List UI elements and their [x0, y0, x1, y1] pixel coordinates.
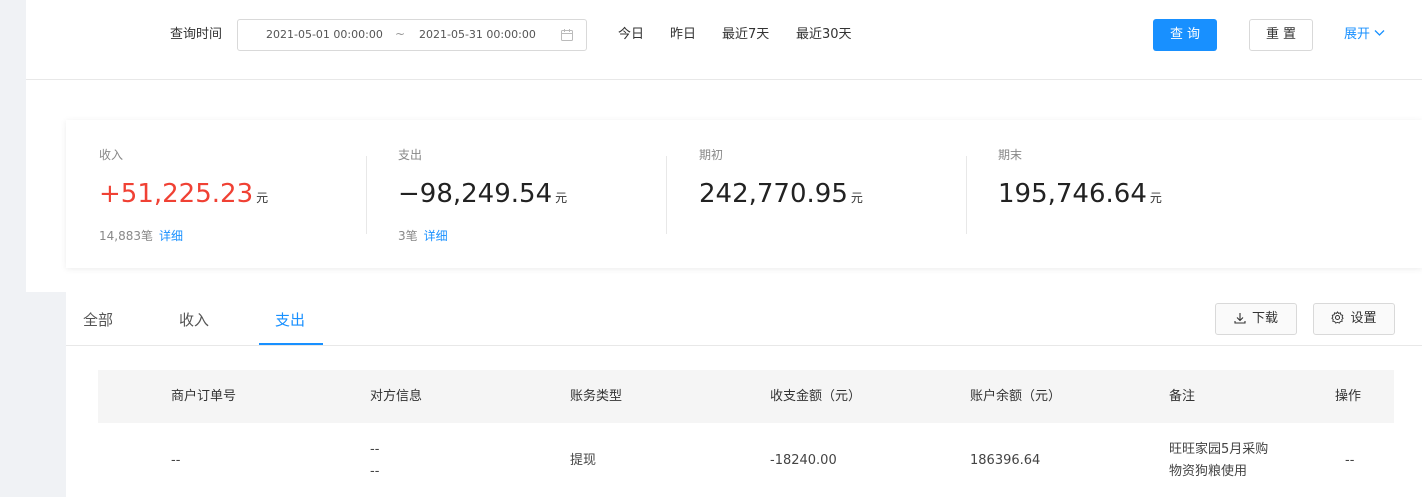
opening-value-line: 242,770.95 元	[699, 177, 863, 215]
income-value: +51,225.23	[99, 179, 254, 209]
table-header: 商户订单号 对方信息 账务类型 收支金额（元） 账户余额（元） 备注 操作	[98, 370, 1394, 423]
chevron-down-icon	[1374, 30, 1385, 36]
table-row: -- -- -- 提现 -18240.00 186396.64 旺旺家园5月采购…	[98, 423, 1394, 497]
income-meta: 14,883笔 详细	[99, 228, 183, 244]
tab-expense[interactable]: 支出	[275, 310, 305, 330]
expand-label: 展开	[1344, 27, 1371, 42]
date-separator: ~	[395, 27, 406, 41]
quick-last-7-days[interactable]: 最近7天	[722, 26, 769, 44]
stat-divider	[666, 156, 667, 234]
income-count: 14,883笔	[99, 229, 153, 243]
income-value-line: +51,225.23 元	[99, 177, 268, 215]
expense-count: 3笔	[398, 229, 418, 243]
tabs-bar: 全部 收入 支出 下载 设置	[66, 292, 1422, 346]
action-cell[interactable]: --	[1345, 451, 1354, 471]
quick-today[interactable]: 今日	[618, 26, 644, 44]
download-icon	[1234, 313, 1246, 324]
amount-cell: -18240.00	[770, 453, 837, 468]
opening-label: 期初	[699, 148, 724, 162]
expense-label: 支出	[398, 148, 423, 162]
closing-unit: 元	[1149, 191, 1162, 205]
balance-cell: 186396.64	[970, 453, 1041, 468]
download-label: 下载	[1251, 311, 1278, 326]
stat-divider	[966, 156, 967, 234]
page: 查询时间 2021-05-01 00:00:00 ~ 2021-05-31 00…	[0, 0, 1422, 497]
counterparty-cell: --	[370, 442, 380, 457]
order-number-cell: --	[171, 453, 181, 468]
expand-toggle[interactable]: 展开	[1344, 26, 1385, 44]
column-header: 对方信息	[370, 389, 423, 404]
closing-label: 期末	[998, 148, 1023, 162]
reset-button[interactable]: 重置	[1249, 19, 1313, 51]
date-start-input[interactable]: 2021-05-01 00:00:00	[266, 28, 383, 41]
date-range-picker[interactable]: 2021-05-01 00:00:00 ~ 2021-05-31 00:00:0…	[237, 19, 587, 51]
column-header: 收支金额（元）	[770, 389, 862, 404]
transactions-section: 全部 收入 支出 下载 设置 商户订单号 对方信息 账务类型 收支金额（元） 账…	[66, 292, 1422, 497]
stat-divider	[366, 156, 367, 234]
quick-yesterday[interactable]: 昨日	[670, 26, 696, 44]
counterparty-cell: --	[370, 464, 380, 479]
column-header: 备注	[1169, 389, 1196, 404]
expense-unit: 元	[555, 191, 568, 205]
tab-all[interactable]: 全部	[83, 310, 113, 330]
active-tab-indicator	[259, 343, 323, 345]
gear-icon	[1331, 311, 1345, 324]
closing-value: 195,746.64	[998, 179, 1147, 209]
query-time-label: 查询时间	[170, 27, 223, 42]
column-header: 账户余额（元）	[970, 389, 1062, 404]
closing-value-line: 195,746.64 元	[998, 177, 1162, 215]
type-cell: 提现	[570, 453, 597, 468]
expense-value-line: −98,249.54 元	[398, 177, 567, 215]
column-header: 账务类型	[570, 389, 623, 404]
settings-label: 设置	[1350, 311, 1377, 326]
income-label: 收入	[99, 148, 124, 162]
left-sidebar-strip	[0, 0, 26, 497]
query-button[interactable]: 查询	[1153, 19, 1217, 51]
expense-value: −98,249.54	[398, 179, 553, 209]
column-header: 操作	[1335, 389, 1362, 404]
income-unit: 元	[256, 191, 269, 205]
quick-last-30-days[interactable]: 最近30天	[796, 26, 852, 44]
filter-bar: 查询时间 2021-05-01 00:00:00 ~ 2021-05-31 00…	[26, 0, 1422, 80]
opening-value: 242,770.95	[699, 179, 848, 209]
opening-unit: 元	[850, 191, 863, 205]
date-end-input[interactable]: 2021-05-31 00:00:00	[419, 28, 536, 41]
expense-detail-link[interactable]: 详细	[424, 229, 448, 243]
remark-cell: 物资狗粮使用	[1169, 464, 1248, 479]
summary-card: 收入 +51,225.23 元 14,883笔 详细 支出 −98,249.54 元 …	[66, 120, 1422, 268]
remark-cell: 旺旺家园5月采购	[1169, 442, 1269, 457]
tab-income[interactable]: 收入	[179, 310, 209, 330]
download-button[interactable]: 下载	[1215, 303, 1297, 335]
column-header: 商户订单号	[171, 389, 237, 404]
calendar-icon	[561, 29, 573, 41]
income-detail-link[interactable]: 详细	[159, 229, 183, 243]
expense-meta: 3笔 详细	[398, 228, 448, 244]
settings-button[interactable]: 设置	[1313, 303, 1395, 335]
